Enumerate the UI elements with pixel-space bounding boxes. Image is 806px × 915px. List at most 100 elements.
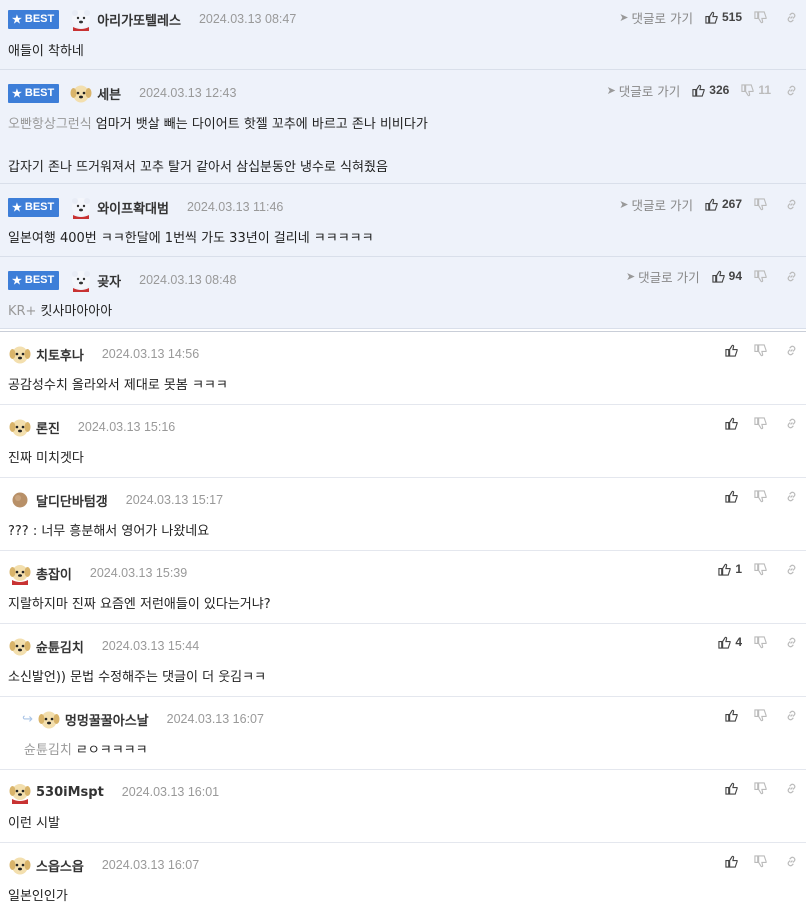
puppy-avatar-icon[interactable] (8, 634, 32, 658)
downvote-button[interactable] (754, 197, 771, 211)
upvote-button[interactable] (725, 417, 742, 430)
downvote-button[interactable] (754, 343, 771, 357)
downvote-button[interactable] (754, 854, 771, 868)
puppy-avatar-icon[interactable] (8, 342, 32, 366)
nickname[interactable]: 슌튠김치 (36, 637, 84, 656)
timestamp: 2024.03.13 11:46 (186, 200, 284, 214)
share-link-button[interactable] (785, 782, 798, 795)
star-icon: ★ (12, 13, 22, 26)
share-link-button[interactable] (785, 270, 798, 283)
reply-arrow-icon: ↪ (22, 711, 33, 727)
comment-text: ??? : 너무 흥분해서 영어가 나왔네요 (8, 524, 210, 539)
downvote-button[interactable] (754, 269, 771, 283)
best-badge: ★ BEST (8, 197, 60, 217)
nickname[interactable]: 달디단바텀갱 (36, 491, 108, 510)
nickname[interactable]: 론진 (36, 418, 60, 437)
goto-reply-link[interactable]: ➤ 댓글로 가기 (626, 267, 700, 286)
share-link-button[interactable] (785, 709, 798, 722)
upvote-button[interactable]: 515 (705, 10, 742, 24)
downvote-button[interactable] (754, 781, 771, 795)
upvote-button[interactable] (725, 344, 742, 357)
thumbs-down-icon (754, 562, 767, 575)
upvote-button[interactable]: 1 (718, 562, 742, 576)
upvote-button[interactable] (725, 782, 742, 795)
upvote-button[interactable]: 4 (718, 635, 742, 649)
share-link-button[interactable] (785, 417, 798, 430)
link-icon (787, 199, 796, 209)
goto-reply-link[interactable]: ➤ 댓글로 가기 (607, 81, 681, 100)
downvote-button[interactable] (754, 635, 771, 649)
share-link-button[interactable] (785, 855, 798, 868)
share-link-button[interactable] (785, 344, 798, 357)
nickname[interactable]: 와이프확대범 (97, 198, 169, 217)
downvote-button[interactable] (754, 562, 771, 576)
reply-mention[interactable]: 슌튠김치 (24, 743, 72, 758)
comment-text: 지랄하지마 진짜 요즘엔 저런애들이 있다는거냐? (8, 597, 271, 612)
comment: 총잡이 2024.03.13 15:39 1 지랄하지마 진짜 요즘엔 저런애들… (0, 551, 806, 624)
comment-text: 애들이 착하네 (8, 44, 84, 59)
comment-header: 달디단바텀갱 2024.03.13 15:17 (8, 488, 223, 512)
polar-bear-avatar-icon[interactable] (69, 7, 93, 31)
share-link-button[interactable] (785, 198, 798, 211)
comment-header: ★ BEST 곶자 2024.03.13 08:48 (8, 268, 236, 292)
best-comment: ★ BEST 와이프확대범 2024.03.13 11:46 ➤ 댓글로 가기 26… (0, 184, 806, 257)
downvote-button[interactable] (754, 708, 771, 722)
share-link-button[interactable] (785, 563, 798, 576)
upvote-button[interactable]: 267 (705, 197, 742, 211)
best-comment: ★ BEST 곶자 2024.03.13 08:48 ➤ 댓글로 가기 94 KR+… (0, 257, 806, 329)
link-icon (787, 564, 796, 574)
downvote-button[interactable]: 11 (741, 83, 771, 97)
share-link-button[interactable] (785, 636, 798, 649)
reply-mention[interactable]: 오빤항상그런식 (8, 117, 92, 132)
goto-reply-link[interactable]: ➤ 댓글로 가기 (619, 195, 693, 214)
thumbs-up-icon (725, 344, 738, 357)
puppy-avatar-icon[interactable] (8, 853, 32, 877)
nickname[interactable]: 총잡이 (36, 564, 72, 583)
best-badge: ★ BEST (8, 83, 60, 103)
reply-mention[interactable]: KR+ (8, 304, 36, 319)
downvote-button[interactable] (754, 489, 771, 503)
puppy-avatar-icon[interactable] (37, 707, 61, 731)
circle-avatar-icon[interactable] (8, 488, 32, 512)
upvote-button[interactable] (725, 490, 742, 503)
comment-header: 총잡이 2024.03.13 15:39 (8, 561, 187, 585)
upvote-button[interactable]: 94 (712, 269, 742, 283)
nickname[interactable]: 치토후나 (36, 345, 84, 364)
nickname[interactable]: 아리가또텔레스 (97, 10, 181, 29)
puppy-avatar-icon[interactable] (69, 81, 93, 105)
upvote-button[interactable]: 326 (692, 83, 729, 97)
share-link-button[interactable] (785, 84, 798, 97)
comment-header: ↪ 멍멍꿀꿀아스날 2024.03.13 16:07 (22, 707, 264, 731)
share-link-button[interactable] (785, 490, 798, 503)
comment-text: KR+ 킷사마아아아 (8, 304, 113, 319)
comment-text: 소신발언)) 문법 수정해주는 댓글이 더 웃김ㅋㅋ (8, 670, 267, 685)
downvote-button[interactable] (754, 10, 771, 24)
upvote-button[interactable] (725, 855, 742, 868)
upvote-button[interactable] (725, 709, 742, 722)
polar-bear-avatar-icon[interactable] (69, 195, 93, 219)
nickname[interactable]: 530iMspt (36, 785, 104, 800)
comment: 530iMspt 2024.03.13 16:01 이런 시발 (0, 770, 806, 843)
puppy-scarf-avatar-icon[interactable] (8, 561, 32, 585)
best-comment: ★ BEST 세븐 2024.03.13 12:43 ➤ 댓글로 가기 326 11… (0, 70, 806, 184)
puppy-avatar-icon[interactable] (8, 415, 32, 439)
polar-bear-avatar-icon[interactable] (69, 268, 93, 292)
comment-header: ★ BEST 와이프확대범 2024.03.13 11:46 (8, 195, 283, 219)
link-icon (787, 85, 796, 95)
timestamp: 2024.03.13 08:47 (198, 12, 297, 26)
best-comment: ★ BEST 아리가또텔레스 2024.03.13 08:47 ➤ 댓글로 가기 5… (0, 0, 806, 70)
nickname[interactable]: 스읍스읍 (36, 856, 84, 875)
nickname[interactable]: 멍멍꿀꿀아스날 (65, 710, 149, 729)
comment-actions: 4 (718, 633, 798, 651)
timestamp: 2024.03.13 16:01 (121, 785, 220, 799)
thumbs-down-icon (754, 635, 767, 648)
downvote-button[interactable] (754, 416, 771, 430)
nickname[interactable]: 곶자 (97, 271, 121, 290)
timestamp: 2024.03.13 08:48 (139, 273, 237, 287)
comment-text: 일본인인가 (8, 889, 68, 904)
share-link-button[interactable] (785, 11, 798, 24)
nickname[interactable]: 세븐 (97, 84, 121, 103)
goto-reply-link[interactable]: ➤ 댓글로 가기 (619, 8, 693, 27)
comment-text: 공감성수치 올라와서 제대로 못봄 ㅋㅋㅋ (8, 378, 228, 393)
puppy-scarf-avatar-icon[interactable] (8, 780, 32, 804)
